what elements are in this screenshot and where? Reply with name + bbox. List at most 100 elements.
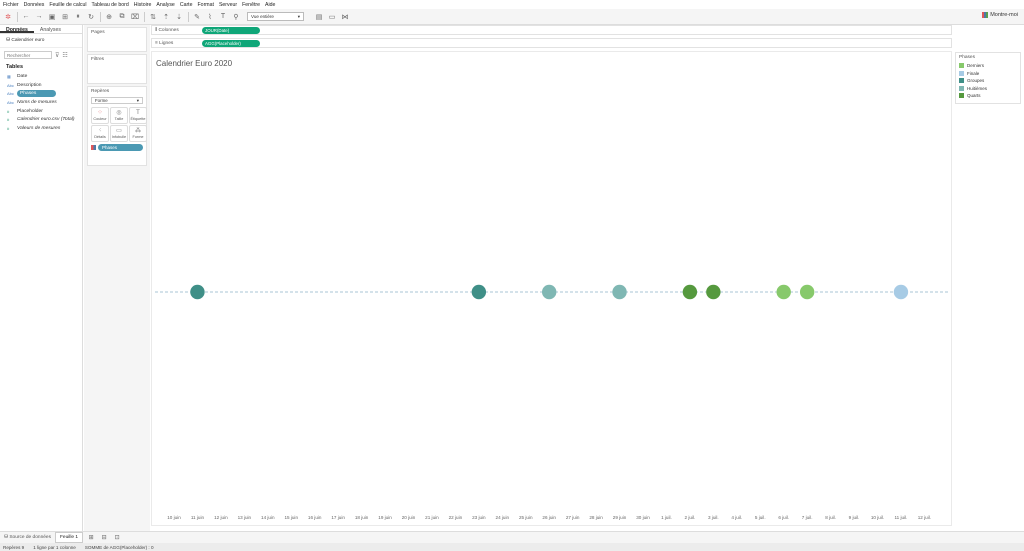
menu-format[interactable]: Format <box>198 2 214 8</box>
detail-button[interactable]: ⁖ Détails <box>91 125 109 142</box>
presentation-icon[interactable]: ▭ <box>327 12 337 22</box>
button-label: Taille <box>114 117 124 121</box>
button-label: Étiquette <box>130 117 146 121</box>
legend-item-derniers[interactable]: Derniers <box>956 62 1020 70</box>
mark-type-select[interactable]: Forme ▾ <box>91 97 143 104</box>
add-datasource-icon[interactable]: ⊞ <box>60 12 70 22</box>
sheet-tab-1[interactable]: Feuille 1 <box>54 532 84 543</box>
x-tick-label: 10 juin <box>167 515 181 520</box>
pin-icon[interactable]: ⚲ <box>231 12 241 22</box>
menu-donnees[interactable]: Données <box>24 2 45 8</box>
filters-card[interactable]: Filtres <box>87 54 147 84</box>
menu-fenetre[interactable]: Fenêtre <box>242 2 260 8</box>
duplicate-icon[interactable]: ⧉ <box>117 12 127 22</box>
x-tick-label: 20 juin <box>402 515 416 520</box>
datasource-item[interactable]: ⛁ Calendrier euro <box>0 34 82 48</box>
color-button[interactable]: ⁘ Couleur <box>91 107 109 124</box>
match-point[interactable] <box>893 284 909 300</box>
x-tick-label: 19 juin <box>378 515 392 520</box>
match-point[interactable] <box>799 284 815 300</box>
tab-analysis[interactable]: Analyses <box>34 25 67 33</box>
menu-histoire[interactable]: Histoire <box>134 2 152 8</box>
legend-item-huitiemes[interactable]: Huitièmes <box>956 85 1020 93</box>
share-icon[interactable]: ⋈ <box>340 12 350 22</box>
clear-sheet-icon[interactable]: ⌧ <box>130 12 140 22</box>
save-icon[interactable]: ▣ <box>47 12 57 22</box>
menu-tableau-de-bord[interactable]: Tableau de bord <box>92 2 129 8</box>
toolbar-divider <box>188 11 189 22</box>
rows-pill[interactable]: AGG(Placeholder) <box>202 39 260 47</box>
label-button[interactable]: T Étiquette <box>129 107 147 124</box>
legend-item-finale[interactable]: Finale <box>956 70 1020 78</box>
show-me-button[interactable]: Montre-moi <box>982 12 1018 18</box>
legend-swatch <box>959 85 964 91</box>
legend-item-groupes[interactable]: Groupes <box>956 77 1020 85</box>
rows-shelf[interactable]: ≡ Lignes AGG(Placeholder) <box>151 38 952 48</box>
label-icon[interactable]: T <box>218 12 228 22</box>
field-phases[interactable]: Abc Phases <box>0 89 82 98</box>
legend-swatch <box>959 63 964 69</box>
new-story-icon[interactable]: ⊡ <box>112 533 122 543</box>
match-point[interactable] <box>190 284 205 300</box>
group-icon[interactable]: ⌇ <box>205 12 215 22</box>
menu-carte[interactable]: Carte <box>180 2 193 8</box>
tableau-logo-icon[interactable]: ✲ <box>3 12 13 22</box>
menu-aide[interactable]: Aide <box>265 2 275 8</box>
new-sheet-icon[interactable]: ⊞ <box>86 533 96 543</box>
sort-desc-icon[interactable]: ⇣ <box>174 12 184 22</box>
forward-arrow-icon[interactable]: → <box>34 12 44 22</box>
match-point[interactable] <box>682 284 698 300</box>
x-tick-label: 12 juin <box>214 515 228 520</box>
phases-legend: Phases Derniers Finale Groupes Huitièmes… <box>955 52 1021 104</box>
match-point[interactable] <box>776 284 791 300</box>
filter-icon[interactable]: ⊽ <box>55 52 59 59</box>
refresh-icon[interactable]: ↻ <box>86 12 96 22</box>
highlight-icon[interactable]: ✎ <box>192 12 202 22</box>
size-button[interactable]: ◎ Taille <box>110 107 128 124</box>
sort-asc-icon[interactable]: ⇡ <box>161 12 171 22</box>
show-cards-icon[interactable]: ▤ <box>314 12 324 22</box>
mark-type-value: Forme <box>95 98 108 103</box>
match-point[interactable] <box>612 284 627 300</box>
match-point[interactable] <box>542 284 557 300</box>
fit-select[interactable]: Vue entière ▾ <box>247 12 304 21</box>
field-date[interactable]: ▦ Date <box>0 72 82 81</box>
shape-button[interactable]: ⁂ Forme <box>129 125 147 142</box>
swap-icon[interactable]: ⇅ <box>148 12 158 22</box>
rows-label-text: Lignes <box>159 40 174 46</box>
view-options-icon[interactable]: ☷ <box>62 52 67 59</box>
field-description[interactable]: Abc Description <box>0 81 82 90</box>
match-point[interactable] <box>471 284 487 300</box>
legend-item-quarts[interactable]: Quarts <box>956 92 1020 100</box>
back-arrow-icon[interactable]: ← <box>21 12 31 22</box>
x-tick-label: 11 juin <box>191 515 205 520</box>
number-icon: # <box>7 125 10 131</box>
field-placeholder[interactable]: # Placeholder <box>0 107 82 116</box>
field-measure-names[interactable]: Abc Noms de mesures <box>0 98 82 107</box>
columns-pill[interactable]: JOUR(Date) <box>202 26 260 34</box>
date-icon: ▦ <box>7 73 11 79</box>
columns-shelf[interactable]: ⦀ Colonnes JOUR(Date) <box>151 25 952 35</box>
field-total[interactable]: # Calendrier euro.csv (Total) <box>0 115 82 124</box>
toolbar-divider <box>100 11 101 22</box>
search-input[interactable] <box>4 51 52 59</box>
phases-color-pill[interactable]: Phases <box>91 144 143 151</box>
field-measure-values[interactable]: # Valeurs de mesures <box>0 124 82 133</box>
tab-data[interactable]: Données <box>0 25 34 33</box>
show-me-label: Montre-moi <box>990 12 1018 18</box>
menu-bar: Fichier Données Feuille de calcul Tablea… <box>0 0 1024 9</box>
match-point[interactable] <box>706 284 721 300</box>
x-tick-label: 18 juin <box>355 515 369 520</box>
show-me-icon <box>982 12 989 18</box>
menu-fichier[interactable]: Fichier <box>3 2 19 8</box>
new-dashboard-icon[interactable]: ⊟ <box>99 533 109 543</box>
new-sheet-icon[interactable]: ⊕ <box>104 12 114 22</box>
pages-card[interactable]: Pages <box>87 27 147 52</box>
menu-serveur[interactable]: Serveur <box>219 2 237 8</box>
status-bar: Repères 9 1 ligne par 1 colonne SOMME de… <box>0 543 1024 551</box>
menu-analyse[interactable]: Analyse <box>156 2 174 8</box>
menu-feuille[interactable]: Feuille de calcul <box>49 2 86 8</box>
pause-icon[interactable]: ⏸ <box>73 12 83 22</box>
tooltip-button[interactable]: ▭ Infobulle <box>110 125 128 142</box>
datasource-tab[interactable]: ⛁ Source de données <box>0 533 55 542</box>
